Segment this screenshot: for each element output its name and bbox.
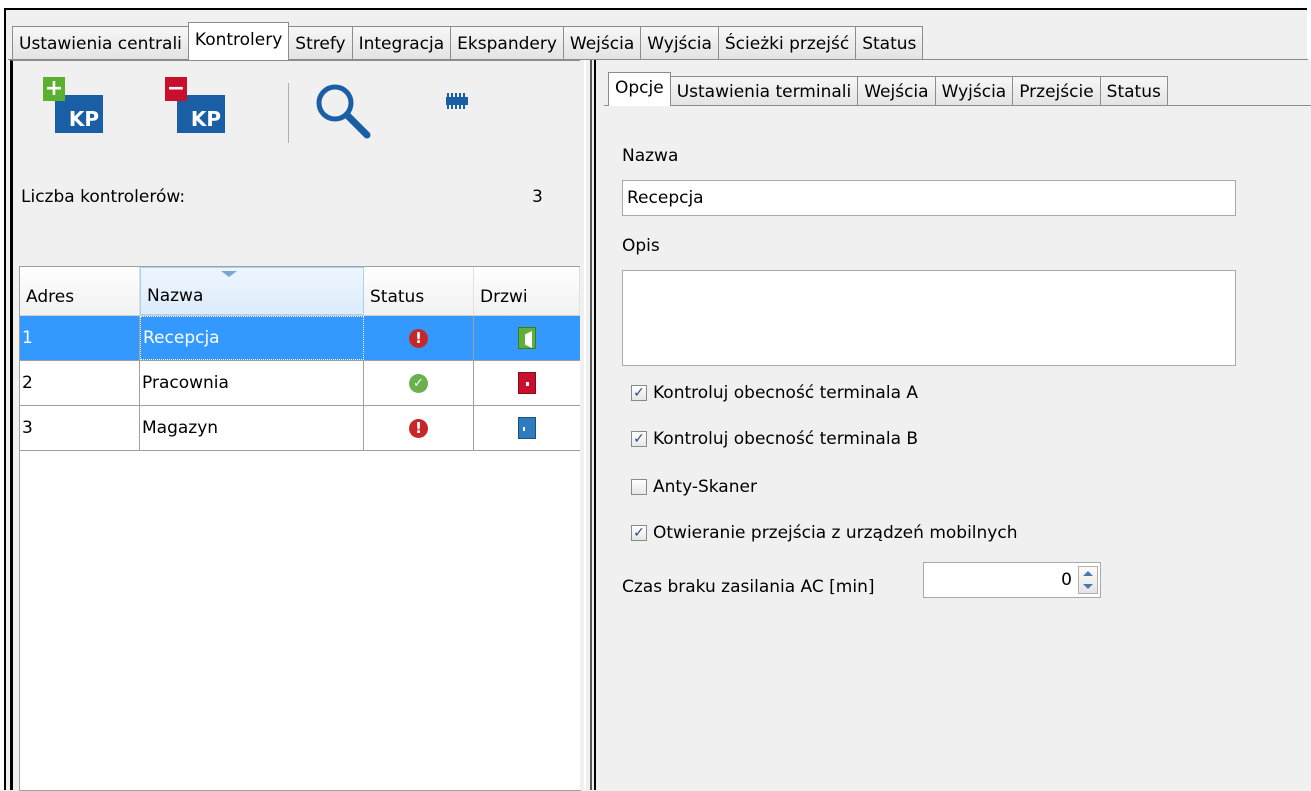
controller-count-value: 3 [532, 187, 543, 207]
name-cell: Pracownia [140, 361, 364, 405]
tab-wyjscia[interactable]: Wyjścia [640, 26, 719, 60]
stepper-buttons[interactable] [1078, 566, 1098, 594]
column-header-adres[interactable]: Adres [20, 267, 140, 315]
checkbox-row-terminal-a[interactable]: ✓ Kontroluj obecność terminala A [631, 383, 918, 403]
main-tabs: Ustawienia centrali Kontrolery Strefy In… [12, 22, 924, 60]
door-closed-icon [518, 417, 536, 439]
checkbox-terminal-b[interactable]: ✓ [631, 431, 647, 447]
error-status-icon: ! [409, 418, 428, 438]
checkbox-label: Otwieranie przejścia z urządzeń mobilnyc… [653, 523, 1018, 543]
checkbox-label: Kontroluj obecność terminala B [653, 429, 919, 449]
table-row[interactable]: 3 Magazyn ! [20, 406, 580, 451]
door-cell [474, 316, 580, 360]
description-field[interactable] [622, 270, 1236, 366]
address-cell: 1 [20, 316, 140, 360]
stepper-down-icon[interactable] [1083, 584, 1093, 589]
controllers-table: Adres Nazwa Status Drzwi 1 Recepcja ! 2 … [19, 266, 581, 791]
toolbar-separator [288, 83, 289, 143]
minus-icon: − [165, 77, 187, 101]
column-label: Nazwa [147, 286, 204, 306]
column-header-drzwi[interactable]: Drzwi [474, 267, 580, 315]
plus-sign: + [44, 76, 64, 101]
status-cell: ! [364, 406, 474, 450]
address-cell: 3 [20, 406, 140, 450]
tab-ekspandery[interactable]: Ekspandery [450, 26, 564, 60]
checkbox-row-mobile-open[interactable]: ✓ Otwieranie przejścia z urządzeń mobiln… [631, 523, 1017, 543]
name-cell: Magazyn [140, 406, 364, 450]
checkbox-row-anty-skaner[interactable]: Anty-Skaner [631, 477, 757, 497]
tab-wejscia[interactable]: Wejścia [562, 26, 642, 60]
error-status-icon: ! [409, 328, 428, 348]
tab-integracja[interactable]: Integracja [351, 26, 452, 60]
search-button[interactable] [311, 79, 381, 143]
tab-ustawienia-centrali[interactable]: Ustawienia centrali [12, 26, 189, 60]
plus-icon: + [43, 77, 65, 101]
sort-arrow-icon [221, 271, 237, 277]
status-cell: ! [364, 316, 474, 360]
splitter-line [594, 60, 596, 790]
table-header: Adres Nazwa Status Drzwi [20, 267, 580, 316]
name-cell: Recepcja [140, 316, 364, 360]
ac-loss-time-label: Czas braku zasilania AC [min] [622, 577, 875, 597]
door-open-icon [518, 327, 536, 349]
door-cell [474, 361, 580, 405]
ok-status-icon: ✓ [409, 373, 428, 393]
tab-sciezki-przejsc[interactable]: Ścieżki przejść [717, 26, 857, 60]
remove-kp-text: KP [190, 107, 221, 131]
table-row[interactable]: 2 Pracownia ✓ [20, 361, 580, 406]
controllers-panel: KP + KP − Liczba kontrolerów: 3 Adres Na… [10, 60, 581, 791]
detail-tabs: Opcje Ustawienia terminali Wejścia Wyjśc… [608, 72, 1168, 106]
tab-status-detail[interactable]: Status [1099, 76, 1168, 106]
app-window: Ustawienia centrali Kontrolery Strefy In… [0, 0, 1311, 791]
tab-kontrolery[interactable]: Kontrolery [187, 22, 290, 60]
stepper-up-icon[interactable] [1083, 571, 1093, 576]
ac-loss-time-stepper[interactable]: 0 [923, 562, 1101, 598]
detail-tab-baseline [604, 105, 1311, 106]
minus-sign: − [166, 76, 186, 101]
tab-przejscie[interactable]: Przejście [1012, 76, 1101, 106]
table-row[interactable]: 1 Recepcja ! [20, 316, 580, 361]
checkbox-mobile-open[interactable]: ✓ [631, 525, 647, 541]
controller-detail-panel: Opcje Ustawienia terminali Wejścia Wyjśc… [598, 60, 1311, 790]
column-label: Drzwi [480, 287, 528, 307]
search-icon [316, 84, 371, 139]
door-cell [474, 406, 580, 450]
status-cell: ✓ [364, 361, 474, 405]
tab-opcje[interactable]: Opcje [608, 72, 671, 106]
checkbox-row-terminal-b[interactable]: ✓ Kontroluj obecność terminala B [631, 429, 918, 449]
column-label: Status [370, 287, 425, 307]
ac-loss-time-value: 0 [1061, 570, 1072, 590]
name-field[interactable]: Recepcja [622, 180, 1236, 216]
description-label: Opis [622, 236, 660, 256]
splitter-shadow [590, 60, 592, 790]
column-label: Adres [26, 287, 75, 307]
checkbox-label: Anty-Skaner [653, 477, 757, 497]
tab-wyjscia-detail[interactable]: Wyjścia [934, 76, 1014, 106]
tab-strefy[interactable]: Strefy [288, 26, 353, 60]
toolbar: KP + KP − [13, 61, 580, 161]
controller-count-label: Liczba kontrolerów: [21, 187, 186, 207]
door-locked-icon [518, 372, 536, 394]
remove-controller-button[interactable]: KP − [165, 77, 235, 141]
tab-status[interactable]: Status [855, 26, 924, 60]
tab-wejscia-detail[interactable]: Wejścia [857, 76, 936, 106]
module-button[interactable] [438, 91, 508, 155]
panel-splitter[interactable] [580, 60, 598, 790]
column-header-status[interactable]: Status [364, 267, 474, 315]
checkbox-label: Kontroluj obecność terminala A [653, 383, 919, 403]
name-field-value: Recepcja [627, 188, 704, 208]
checkbox-anty-skaner[interactable] [631, 479, 647, 495]
controller-module-icon [446, 93, 468, 109]
tab-ustawienia-terminali[interactable]: Ustawienia terminali [669, 76, 859, 106]
checkbox-terminal-a[interactable]: ✓ [631, 385, 647, 401]
address-cell: 2 [20, 361, 140, 405]
name-label: Nazwa [622, 146, 679, 166]
column-header-nazwa[interactable]: Nazwa [140, 267, 364, 315]
splitter-highlight [584, 60, 586, 790]
add-controller-button[interactable]: KP + [43, 77, 113, 141]
add-kp-text: KP [68, 107, 99, 131]
